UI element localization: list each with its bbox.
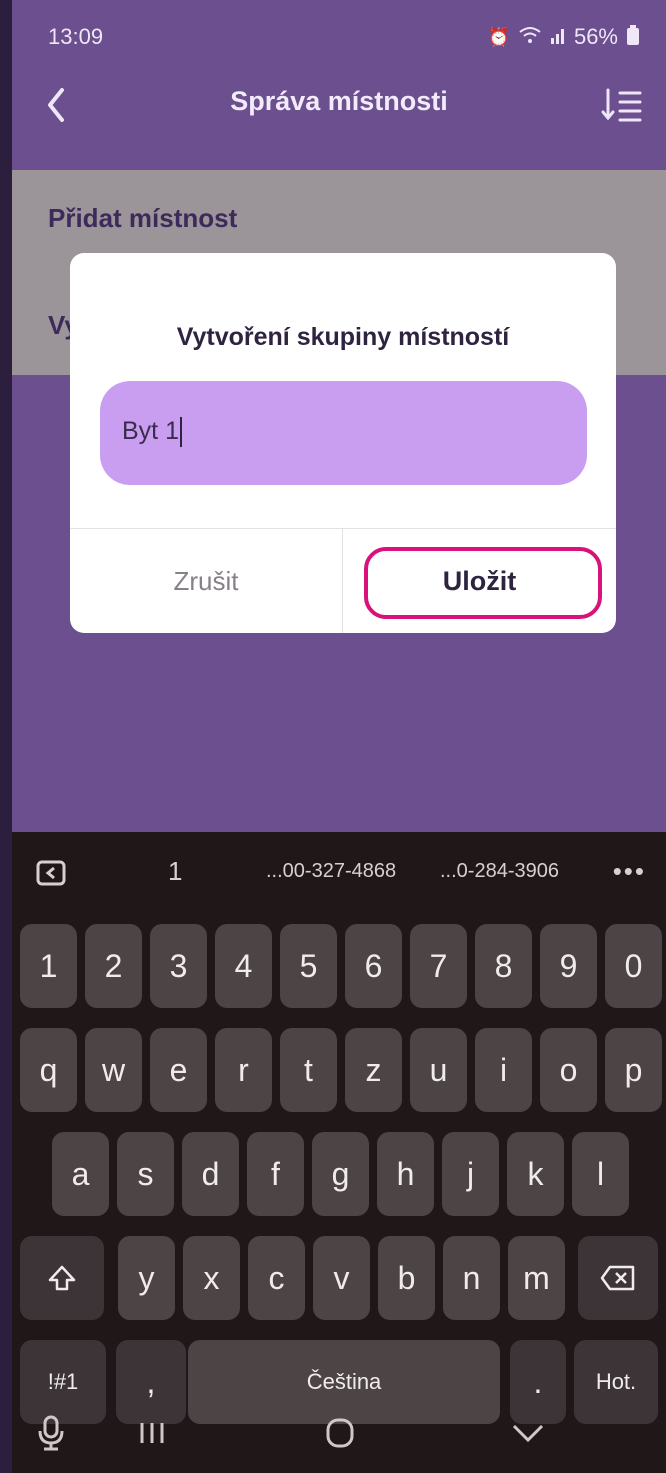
wifi-icon <box>518 25 542 50</box>
key-9[interactable]: 9 <box>540 924 597 1008</box>
recents-icon[interactable] <box>130 1411 174 1455</box>
key-f[interactable]: f <box>247 1132 304 1216</box>
status-bar: 13:09 ⏰ 56% <box>12 0 666 70</box>
key-7[interactable]: 7 <box>410 924 467 1008</box>
key-a[interactable]: a <box>52 1132 109 1216</box>
key-6[interactable]: 6 <box>345 924 402 1008</box>
key-u[interactable]: u <box>410 1028 467 1112</box>
key-2[interactable]: 2 <box>85 924 142 1008</box>
keyboard-collapse-icon[interactable] <box>34 858 70 888</box>
suggestion-2[interactable]: ...00-327-4868 <box>266 860 396 883</box>
key-q[interactable]: q <box>20 1028 77 1112</box>
key-o[interactable]: o <box>540 1028 597 1112</box>
key-n[interactable]: n <box>443 1236 500 1320</box>
key-y[interactable]: y <box>118 1236 175 1320</box>
key-x[interactable]: x <box>183 1236 240 1320</box>
key-4[interactable]: 4 <box>215 924 272 1008</box>
key-k[interactable]: k <box>507 1132 564 1216</box>
suggestion-1[interactable]: 1 <box>168 856 182 887</box>
signal-icon <box>550 26 566 49</box>
alarm-icon: ⏰ <box>487 26 510 47</box>
dialog-title: Vytvoření skupiny místností <box>176 323 510 351</box>
key-t[interactable]: t <box>280 1028 337 1112</box>
save-button-highlight <box>364 547 602 619</box>
microphone-icon[interactable] <box>30 1411 74 1455</box>
key-0[interactable]: 0 <box>605 924 662 1008</box>
key-3[interactable]: 3 <box>150 924 207 1008</box>
key-b[interactable]: b <box>378 1236 435 1320</box>
key-s[interactable]: s <box>117 1132 174 1216</box>
key-8[interactable]: 8 <box>475 924 532 1008</box>
status-icons: ⏰ 56% <box>488 24 640 50</box>
sort-icon[interactable] <box>600 80 644 130</box>
battery-percent: 56% <box>573 24 618 49</box>
add-room-item[interactable]: Přidat místnost <box>48 203 237 234</box>
key-m[interactable]: m <box>508 1236 565 1320</box>
shift-icon <box>48 1265 76 1291</box>
key-c[interactable]: c <box>248 1236 305 1320</box>
page-title: Správa místnosti <box>230 86 448 116</box>
key-z[interactable]: z <box>345 1028 402 1112</box>
suggestion-bar: 1 ...00-327-4868 ...0-284-3906 ••• <box>12 832 666 912</box>
battery-icon <box>626 24 640 50</box>
suggestion-3[interactable]: ...0-284-3906 <box>440 860 559 883</box>
shift-key[interactable] <box>20 1236 104 1320</box>
key-v[interactable]: v <box>313 1236 370 1320</box>
group-name-input[interactable]: Byt 1 <box>100 381 587 485</box>
navigation-bar <box>12 1397 666 1473</box>
hide-keyboard-icon[interactable] <box>506 1411 550 1455</box>
status-time: 13:09 <box>48 24 104 49</box>
key-l[interactable]: l <box>572 1132 629 1216</box>
key-h[interactable]: h <box>377 1132 434 1216</box>
key-e[interactable]: e <box>150 1028 207 1112</box>
app-header: Správa místnosti <box>12 70 666 170</box>
backspace-key[interactable] <box>578 1236 658 1320</box>
more-icon[interactable]: ••• <box>613 856 646 887</box>
key-5[interactable]: 5 <box>280 924 337 1008</box>
key-1[interactable]: 1 <box>20 924 77 1008</box>
text-caret <box>179 417 182 448</box>
input-value: Byt 1 <box>122 417 182 448</box>
key-g[interactable]: g <box>312 1132 369 1216</box>
key-i[interactable]: i <box>475 1028 532 1112</box>
key-w[interactable]: w <box>85 1028 142 1112</box>
keyboard: 1 ...00-327-4868 ...0-284-3906 ••• 12345… <box>12 832 666 1473</box>
home-icon[interactable] <box>318 1411 362 1455</box>
create-room-group-dialog: Vytvoření skupiny místností Byt 1 Zrušit… <box>70 253 616 633</box>
key-j[interactable]: j <box>442 1132 499 1216</box>
phone-screen: 13:09 ⏰ 56% Správa místnosti Přidat míst… <box>0 0 666 1473</box>
cancel-button[interactable]: Zrušit <box>70 529 342 633</box>
key-p[interactable]: p <box>605 1028 662 1112</box>
key-r[interactable]: r <box>215 1028 272 1112</box>
key-d[interactable]: d <box>182 1132 239 1216</box>
backspace-icon <box>600 1265 635 1291</box>
